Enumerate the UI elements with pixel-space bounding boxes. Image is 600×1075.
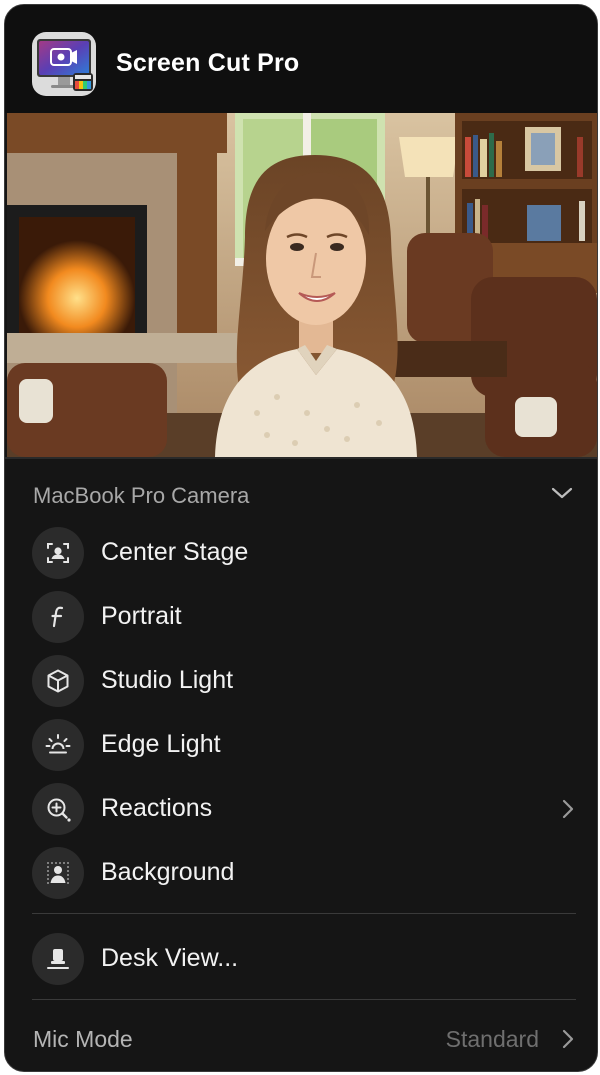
menu-item-background[interactable]: Background [5,843,597,903]
chevron-right-icon [562,1029,574,1049]
menu-divider [32,913,576,914]
menu-divider [32,999,576,1000]
mic-mode-value: Standard [445,1026,539,1052]
camera-name: MacBook Pro Camera [33,483,250,508]
portrait-f-icon [32,591,84,643]
menu-item-edge-light[interactable]: Edge Light [5,715,597,775]
menu-item-label: Reactions [101,794,213,822]
menu-item-reactions[interactable]: Reactions [5,779,597,839]
reactions-icon [32,783,84,835]
camera-selector[interactable]: MacBook Pro Camera [5,471,597,515]
chevron-down-icon[interactable] [551,485,573,501]
menu-item-label: Portrait [101,602,182,630]
desk-view-icon [32,933,84,985]
background-person-icon [32,847,84,899]
menu-item-label: Center Stage [101,538,249,566]
mic-mode-row[interactable]: Mic Mode Standard [5,1017,597,1061]
menu-item-label: Desk View... [101,944,239,972]
menu-item-desk-view[interactable]: Desk View... [5,929,597,989]
camera-preview [7,113,597,457]
panel-header: Screen Cut Pro [5,5,597,113]
video-effects-panel: Screen Cut Pro MacBook Pro Camera Center… [4,4,598,1072]
menu-item-label: Edge Light [101,730,221,758]
menu-item-center-stage[interactable]: Center Stage [5,523,597,583]
menu-item-label: Background [101,858,235,886]
app-icon [31,31,97,97]
mic-mode-label: Mic Mode [33,1026,133,1052]
center-stage-icon [32,527,84,579]
cube-icon [32,655,84,707]
sun-icon [32,719,84,771]
menu-item-studio-light[interactable]: Studio Light [5,651,597,711]
menu-item-portrait[interactable]: Portrait [5,587,597,647]
chevron-right-icon [562,799,574,819]
app-title: Screen Cut Pro [116,49,300,77]
preview-divider [5,457,597,459]
menu-item-label: Studio Light [101,666,234,694]
